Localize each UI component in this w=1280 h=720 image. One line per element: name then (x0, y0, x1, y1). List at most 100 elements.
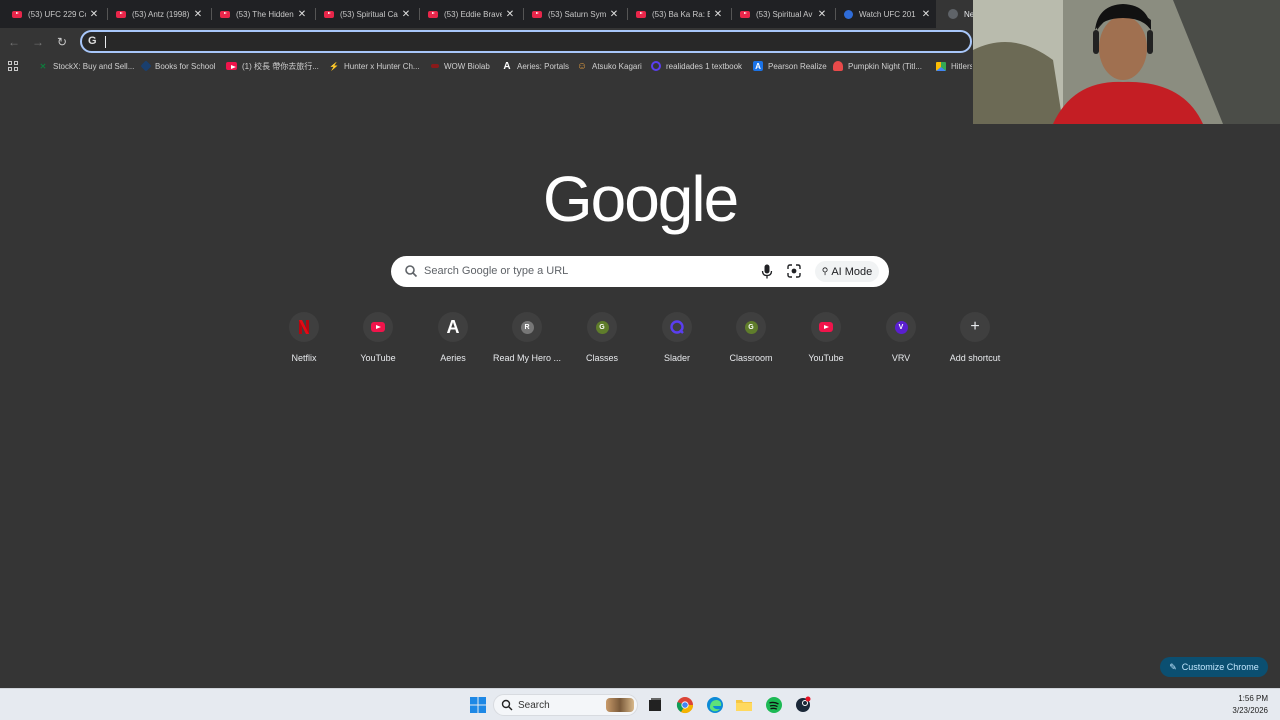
shortcut-youtube-2[interactable]: YouTube (789, 311, 863, 371)
reload-button[interactable]: ↻ (54, 34, 70, 50)
stockx-icon: ✕ (39, 61, 47, 71)
youtube-icon (220, 10, 230, 18)
close-icon[interactable]: ✕ (814, 9, 830, 20)
bookmark-stockx[interactable]: ✕ StockX: Buy and Sell... (38, 59, 135, 73)
pearson-icon: A (753, 61, 763, 71)
tab-title: (53) The Hidden (236, 9, 294, 19)
shortcut-aeries[interactable]: A Aeries (416, 311, 490, 371)
shortcut-vrv[interactable]: V VRV (864, 311, 938, 371)
steam-icon[interactable] (794, 696, 812, 714)
shortcut-add[interactable]: + Add shortcut (938, 311, 1012, 371)
shortcut-label: YouTube (808, 353, 844, 363)
taskbar-search[interactable]: Search (493, 694, 638, 716)
shortcut-label: Classroom (729, 353, 773, 363)
bookmark-hunter-x-hunter[interactable]: ⚡ Hunter x Hunter Ch... (329, 59, 420, 73)
customize-chrome-button[interactable]: ✎ Customize Chrome (1160, 657, 1268, 677)
close-icon[interactable]: ✕ (86, 9, 102, 20)
file-explorer-icon[interactable] (735, 696, 753, 714)
bookmark-pumpkin-night[interactable]: Pumpkin Night (Titl... (833, 59, 922, 73)
tab-5[interactable]: (53) Eddie Brave ✕ (416, 0, 520, 28)
close-icon[interactable]: ✕ (398, 9, 414, 20)
close-icon[interactable]: ✕ (502, 9, 518, 20)
tab-2[interactable]: (53) Antz (1998) ✕ (104, 0, 208, 28)
tab-6[interactable]: (53) Saturn Sym ✕ (520, 0, 624, 28)
youtube-icon (116, 10, 126, 18)
windows-start-icon[interactable] (469, 696, 487, 714)
task-view-icon[interactable] (646, 696, 664, 714)
close-icon[interactable]: ✕ (606, 9, 622, 20)
bookmark-books-for-school[interactable]: Books for School (140, 59, 216, 73)
taskbar-search-label: Search (518, 700, 550, 711)
shortcut-read-my-hero[interactable]: R Read My Hero ... (490, 311, 564, 371)
customize-label: Customize Chrome (1181, 662, 1259, 672)
apps-grid-icon[interactable] (8, 61, 18, 71)
bookmark-aeries-portals[interactable]: A Aeries: Portals (502, 59, 569, 73)
shortcut-slader[interactable]: Slader (640, 311, 714, 371)
book-icon (140, 60, 152, 72)
forward-button[interactable]: → (30, 34, 46, 50)
edge-icon[interactable] (706, 696, 724, 714)
microphone-icon[interactable] (761, 264, 773, 279)
tab-7[interactable]: (53) Ba Ka Ra: B ✕ (624, 0, 728, 28)
text-caret (105, 36, 106, 48)
close-icon[interactable]: ✕ (294, 9, 310, 20)
shortcut-label: Add shortcut (949, 353, 1001, 363)
google-icon: G (88, 35, 97, 47)
tab-9[interactable]: Watch UFC 201 ✕ (832, 0, 936, 28)
shortcut-netflix[interactable]: Netflix (267, 311, 341, 371)
shortcut-youtube[interactable]: YouTube (341, 311, 415, 371)
shortcut-classroom[interactable]: G Classroom (714, 311, 788, 371)
address-bar[interactable]: G (80, 30, 972, 53)
tab-3[interactable]: (53) The Hidden ✕ (208, 0, 312, 28)
bookmark-realidades[interactable]: realidades 1 textbook (651, 59, 742, 73)
youtube-icon (324, 10, 334, 18)
search-box[interactable]: Search Google or type a URL ⚲ AI Mode (391, 256, 889, 287)
system-clock[interactable]: 1:56 PM 3/23/2026 (1220, 693, 1268, 717)
shortcut-label: Slader (663, 353, 690, 363)
shortcut-tile: A (438, 312, 468, 342)
youtube-icon (636, 10, 646, 18)
site-icon (844, 9, 853, 19)
youtube-icon (532, 10, 542, 18)
bookmark-pearson-realize[interactable]: A Pearson Realize (753, 59, 827, 73)
bookmark-label: StockX: Buy and Sell... (53, 61, 135, 71)
tab-8[interactable]: (53) Spiritual Av ✕ (728, 0, 832, 28)
clock-time: 1:56 PM (1238, 694, 1268, 703)
close-icon[interactable]: ✕ (918, 9, 934, 20)
search-highlight-image (606, 698, 634, 712)
ai-mode-button[interactable]: ⚲ AI Mode (815, 261, 879, 282)
tab-title: (53) UFC 229 Co (28, 9, 86, 19)
close-icon[interactable]: ✕ (710, 9, 726, 20)
tab-new-tab-active[interactable]: Ne (936, 0, 976, 28)
shortcut-label: Aeries (440, 353, 466, 363)
bookmark-atsuko-kagari[interactable]: ☺ Atsuko Kagari (577, 59, 642, 73)
plus-icon: + (970, 318, 980, 335)
shortcut-tile: R (512, 312, 542, 342)
google-lens-icon[interactable] (787, 264, 801, 278)
bookmark-label: Books for School (155, 61, 216, 71)
spotify-icon[interactable] (765, 696, 783, 714)
bookmark-label: realidades 1 textbook (666, 61, 743, 71)
back-button[interactable]: ← (6, 34, 22, 50)
shortcut-label: Netflix (291, 353, 317, 363)
shortcut-label: VRV (891, 353, 911, 363)
pencil-icon: ✎ (1169, 661, 1177, 672)
webcam-feed-image (973, 0, 1280, 124)
tab-title: (53) Ba Ka Ra: B (652, 9, 710, 19)
bookmark-wow-biolab[interactable]: WOW Biolab (431, 59, 490, 73)
tab-4[interactable]: (53) Spiritual Ca ✕ (312, 0, 416, 28)
slader-icon (670, 320, 684, 334)
youtube-icon (819, 322, 833, 332)
bookmark-youtube-travel[interactable]: (1) 校長 帶你去旅行... (226, 59, 319, 73)
letter-g-icon: G (595, 320, 609, 334)
pumpkin-icon (833, 61, 843, 71)
bookmark-label: Hunter x Hunter Ch... (344, 61, 420, 71)
shortcut-classes[interactable]: G Classes (565, 311, 639, 371)
tab-1[interactable]: (53) UFC 229 Co ✕ (0, 0, 104, 28)
chrome-icon[interactable] (676, 696, 694, 714)
youtube-icon (428, 10, 438, 18)
bookmark-hitlers[interactable]: Hitlers (936, 59, 972, 73)
youtube-icon (226, 62, 237, 70)
wow-icon (431, 64, 439, 68)
close-icon[interactable]: ✕ (190, 9, 206, 20)
